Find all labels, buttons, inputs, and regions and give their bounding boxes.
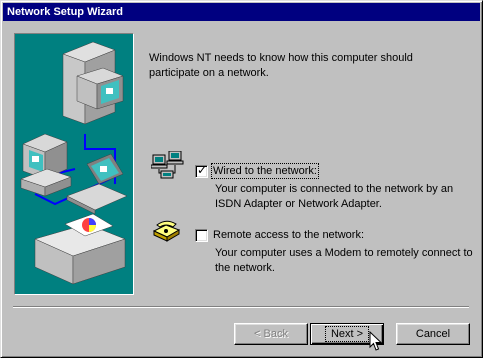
wizard-illustration (14, 33, 134, 295)
window-title: Network Setup Wizard (7, 6, 124, 18)
cancel-button-label: Cancel (415, 328, 451, 340)
remote-access-label[interactable]: Remote access to the network: (213, 228, 364, 242)
remote-access-checkbox[interactable] (195, 229, 208, 242)
wired-network-checkbox[interactable]: ✓ (195, 163, 208, 178)
network-computers-icon (150, 150, 185, 184)
remote-access-description: Your computer uses a Modem to remotely c… (215, 247, 473, 274)
wizard-window: Network Setup Wizard Windows NT needs to… (0, 0, 483, 358)
title-bar[interactable]: Network Setup Wizard (3, 3, 480, 21)
network-illustration-image (20, 41, 128, 285)
cancel-button[interactable]: Cancel (396, 323, 470, 345)
checkmark-icon: ✓ (197, 163, 208, 177)
wired-network-description: Your computer is connected to the networ… (215, 183, 454, 210)
telephone-icon (151, 217, 181, 246)
back-button[interactable]: < Back (234, 323, 308, 345)
back-button-label: < Back (254, 328, 288, 340)
next-button-label: Next > (324, 326, 370, 342)
mouse-pointer-icon (369, 330, 383, 355)
wired-network-label[interactable]: Wired to the network: (211, 163, 319, 179)
intro-text: Windows NT needs to know how this comput… (149, 52, 413, 79)
separator (13, 306, 469, 308)
